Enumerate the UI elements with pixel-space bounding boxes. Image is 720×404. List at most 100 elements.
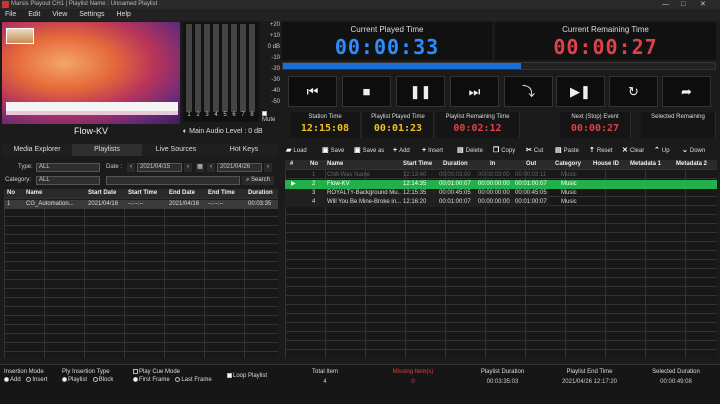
skip-back-button[interactable]: ⏮ bbox=[288, 76, 337, 107]
scale-tick: -30 bbox=[271, 77, 280, 83]
cell: 00:01:00:07 bbox=[515, 199, 547, 205]
table-row[interactable]: 4 Will You Be Mine-Broke in... 12:16:20 … bbox=[285, 198, 577, 207]
col-no: No bbox=[310, 161, 318, 167]
playlists-table-body bbox=[4, 198, 278, 358]
type-select[interactable]: ALL bbox=[36, 163, 100, 172]
search-input[interactable] bbox=[106, 176, 240, 185]
loop-playlist-checkbox[interactable]: Loop Playlist bbox=[227, 373, 267, 379]
first-frame-radio[interactable]: First Frame bbox=[133, 377, 170, 383]
add-button[interactable]: + Add bbox=[393, 145, 410, 156]
close-button[interactable]: ✕ bbox=[700, 0, 706, 9]
forward-button[interactable]: ➦ bbox=[662, 76, 711, 107]
col-out: Out bbox=[526, 161, 537, 167]
delete-button[interactable]: ▤ Delete bbox=[457, 145, 483, 156]
remaining-time-label: Current Remaining Time bbox=[562, 25, 649, 34]
cell: ROYALTY-Background Mu... bbox=[327, 190, 401, 196]
col-name: Name bbox=[327, 161, 344, 167]
load-button[interactable]: ▰ Load bbox=[286, 145, 307, 156]
tab-hot-keys[interactable]: Hot Keys bbox=[210, 144, 278, 156]
date-to-prev-icon[interactable]: ‹ bbox=[207, 163, 215, 172]
cell: 00:00:03:00 bbox=[439, 172, 471, 178]
reset-button[interactable]: ⇡ Reset bbox=[589, 145, 613, 156]
copy-button[interactable]: ❐ Copy bbox=[493, 145, 515, 156]
minimize-button[interactable]: — bbox=[662, 0, 669, 9]
play-cue-group: Play Cue Mode First Frame Last Frame bbox=[133, 369, 212, 383]
playlist-duration: Playlist Duration 00:03:35:03 bbox=[480, 369, 525, 385]
table-row[interactable]: 1 Chill-Wav Name 12:13:40 00:00:03:00 00… bbox=[285, 171, 577, 180]
insert-button[interactable]: + Insert bbox=[422, 145, 443, 156]
calendar-icon[interactable]: ▦ bbox=[196, 163, 204, 172]
save-as-button[interactable]: ▣ Save as bbox=[354, 145, 384, 156]
playback-progress-bar[interactable] bbox=[282, 62, 716, 70]
playlist-remaining-value: 00:02:12 bbox=[453, 123, 502, 134]
save-icon: ▣ bbox=[322, 147, 329, 154]
preview-ticker bbox=[6, 111, 178, 115]
save-button[interactable]: ▣ Save bbox=[322, 145, 344, 156]
down-button[interactable]: ⌄ Down bbox=[682, 145, 705, 156]
ply-playlist-radio[interactable]: Playlist bbox=[62, 377, 87, 383]
table-row[interactable]: 1 CG_Automation... 2021/04/16 --:--:-- 2… bbox=[4, 200, 278, 209]
cut-button[interactable]: ✂ Cut bbox=[526, 145, 543, 156]
cell: 4 bbox=[312, 199, 316, 205]
play-next-button[interactable]: ▶❚ bbox=[556, 76, 605, 107]
col-category: Category bbox=[555, 161, 582, 167]
total-item: Total Item 4 bbox=[311, 369, 338, 385]
tab-live-sources[interactable]: Live Sources bbox=[142, 144, 210, 156]
ply-insertion-label: Ply Insertion Type bbox=[62, 369, 110, 375]
cue-down-button[interactable]: ⤵ bbox=[504, 76, 553, 107]
reset-icon: ⇡ bbox=[589, 147, 595, 154]
play-cue-checkbox[interactable]: Play Cue Mode bbox=[133, 369, 212, 375]
last-frame-radio[interactable]: Last Frame bbox=[175, 377, 212, 383]
date-to-next-icon[interactable]: › bbox=[264, 163, 272, 172]
meter-label: 5 bbox=[223, 112, 227, 118]
remaining-time-value: 00:00:27 bbox=[553, 35, 658, 59]
table-row[interactable]: 3 ROYALTY-Background Mu... 12:15:35 00:0… bbox=[285, 189, 577, 198]
up-button[interactable]: ⌃ Up bbox=[654, 145, 670, 156]
date-prev-icon[interactable]: ‹ bbox=[127, 163, 135, 172]
tab-playlists[interactable]: Playlists bbox=[72, 144, 142, 156]
menu-settings[interactable]: Settings bbox=[74, 9, 109, 21]
stop-icon: ■ bbox=[362, 84, 371, 99]
menu-file[interactable]: File bbox=[0, 9, 21, 21]
title-bar: Marsis Playout CH1 | Playlist Name : Unn… bbox=[0, 0, 720, 9]
table-row-playing[interactable]: ▶ 2 Flow-KV 12:14:35 00:01:00:07 00:00:0… bbox=[285, 180, 717, 189]
stop-button[interactable]: ■ bbox=[342, 76, 391, 107]
play-indicator-icon: ▶ bbox=[291, 181, 296, 187]
save-as-icon: ▣ bbox=[354, 147, 361, 154]
playlist-remaining-label: Playlist Remaining Time bbox=[445, 114, 510, 120]
paste-button[interactable]: ▤ Paste bbox=[555, 145, 579, 156]
selected-duration: Selected Duration 00:00:49:08 bbox=[652, 369, 700, 385]
menu-edit[interactable]: Edit bbox=[23, 9, 45, 21]
cell: 2021/04/16 bbox=[169, 201, 200, 207]
loop-button[interactable]: ↻ bbox=[609, 76, 658, 107]
cell: 00:00:03:11 bbox=[515, 172, 547, 178]
ply-block-radio[interactable]: Block bbox=[92, 377, 113, 383]
cell: --:--:-- bbox=[208, 201, 224, 207]
copy-icon: ❐ bbox=[493, 147, 500, 154]
date-next-icon[interactable]: › bbox=[184, 163, 192, 172]
tab-media-explorer[interactable]: Media Explorer bbox=[2, 144, 72, 156]
insertion-insert-radio[interactable]: Insert bbox=[26, 377, 47, 383]
search-button[interactable]: ⌕ Search bbox=[242, 176, 274, 185]
insertion-add-radio[interactable]: Add bbox=[4, 377, 21, 383]
category-select[interactable]: ALL bbox=[36, 176, 100, 185]
col-end-time: End Time bbox=[208, 190, 235, 196]
cell: 3 bbox=[312, 190, 316, 196]
selected-remaining-label: Selected Remaining bbox=[651, 114, 705, 120]
date-to-field[interactable]: 2021/04/26 bbox=[217, 163, 262, 172]
clear-button[interactable]: ✕ Clear bbox=[622, 145, 644, 156]
scale-tick: +10 bbox=[269, 33, 280, 39]
left-tab-bar: Media Explorer Playlists Live Sources Ho… bbox=[2, 144, 278, 156]
type-label: Type: bbox=[18, 164, 33, 170]
maximize-button[interactable]: □ bbox=[681, 0, 685, 9]
mute-checkbox[interactable]: Mute bbox=[262, 111, 280, 123]
menu-view[interactable]: View bbox=[47, 9, 72, 21]
skip-forward-button[interactable]: ⏭ bbox=[450, 76, 499, 107]
col-metadata-1: Metadata 1 bbox=[630, 161, 662, 167]
station-time-value: 12:15:08 bbox=[300, 123, 350, 134]
date-from-field[interactable]: 2021/04/15 bbox=[137, 163, 182, 172]
menu-help[interactable]: Help bbox=[112, 9, 136, 21]
pause-button[interactable]: ❚❚ bbox=[396, 76, 445, 107]
meter-label: 3 bbox=[205, 112, 209, 118]
meter-label: 4 bbox=[214, 112, 218, 118]
